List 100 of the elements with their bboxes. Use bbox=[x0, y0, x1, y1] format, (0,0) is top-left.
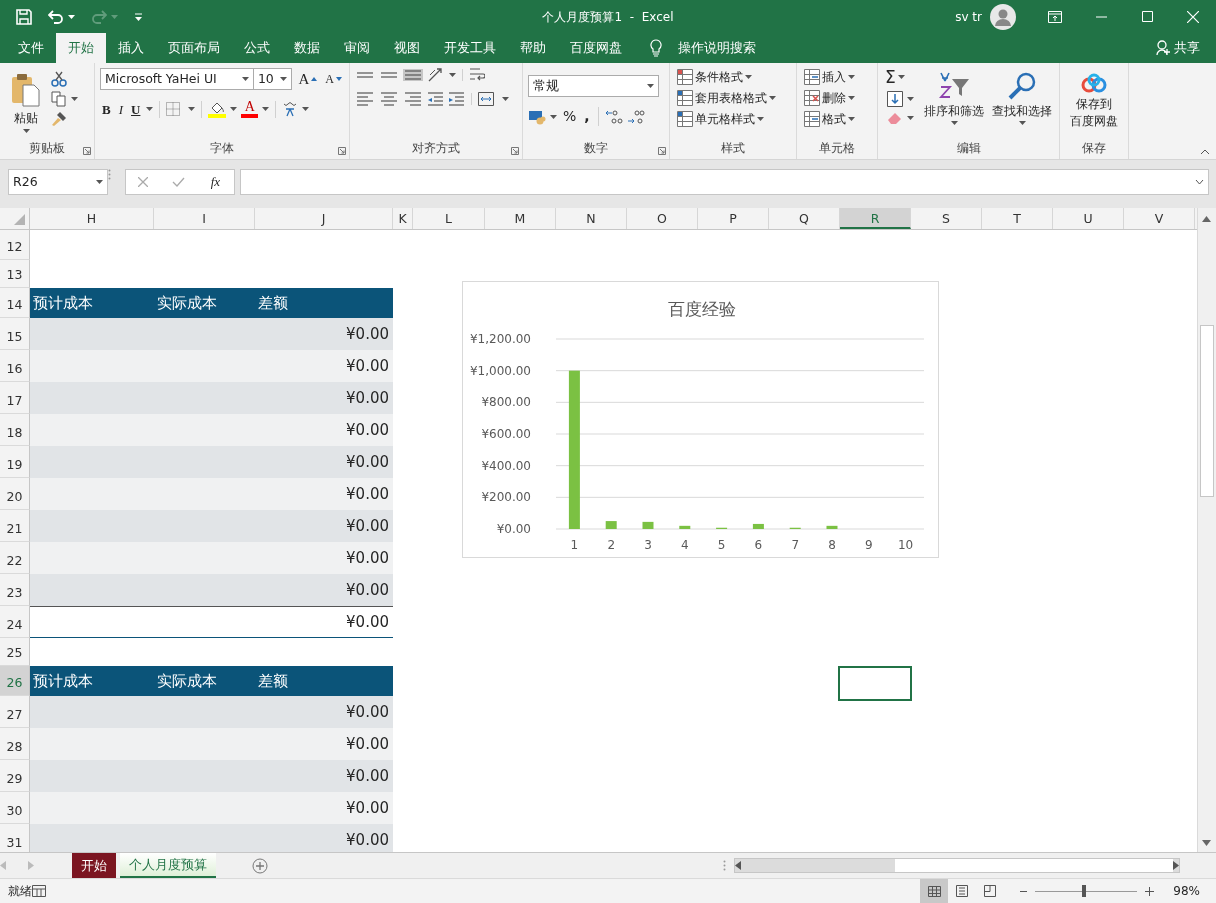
font-name-field[interactable]: Microsoft YaHei UI bbox=[100, 68, 254, 91]
macro-record-icon[interactable] bbox=[32, 885, 46, 897]
check-icon[interactable] bbox=[171, 177, 185, 187]
column-header[interactable]: L bbox=[413, 208, 485, 229]
insert-function-button[interactable]: fx bbox=[208, 171, 223, 193]
row-header[interactable]: 28 bbox=[0, 728, 30, 760]
column-header[interactable]: H bbox=[30, 208, 154, 229]
save-icon[interactable] bbox=[16, 8, 32, 25]
scroll-left-icon[interactable] bbox=[735, 861, 741, 870]
decrease-font-button[interactable]: A bbox=[323, 69, 344, 90]
comma-button[interactable]: , bbox=[582, 105, 592, 128]
tell-me-search[interactable]: 操作说明搜索 bbox=[678, 38, 756, 58]
row-header[interactable]: 17 bbox=[0, 382, 30, 414]
normal-view-button[interactable] bbox=[920, 879, 948, 903]
center-align-button[interactable] bbox=[379, 91, 399, 107]
share-button[interactable]: 共享 bbox=[1156, 33, 1200, 63]
collapse-ribbon-icon[interactable] bbox=[1200, 149, 1210, 155]
delete-button[interactable]: 删除 bbox=[802, 88, 872, 108]
maximize-icon[interactable] bbox=[1141, 11, 1153, 22]
top-align-button[interactable] bbox=[355, 71, 375, 79]
ribbon-tab[interactable]: 开发工具 bbox=[432, 33, 508, 63]
ribbon-tab[interactable]: 开始 bbox=[56, 33, 106, 63]
ribbon-tab[interactable]: 插入 bbox=[106, 33, 156, 63]
selected-cell[interactable] bbox=[838, 666, 912, 701]
conditional-format-button[interactable]: 条件格式 bbox=[675, 67, 791, 87]
find-select-button[interactable]: 查找和选择 bbox=[990, 67, 1054, 139]
row-header[interactable]: 31 bbox=[0, 824, 30, 852]
decrease-indent-icon[interactable] bbox=[427, 92, 444, 106]
ribbon-display-icon[interactable] bbox=[1048, 10, 1062, 23]
row-header[interactable]: 14 bbox=[0, 288, 30, 318]
sheet-tab[interactable]: 个人月度预算 bbox=[120, 853, 216, 878]
row-header[interactable]: 29 bbox=[0, 760, 30, 792]
row-header[interactable]: 25 bbox=[0, 638, 30, 666]
row-header[interactable]: 16 bbox=[0, 350, 30, 382]
minimize-icon[interactable] bbox=[1095, 15, 1107, 18]
column-header[interactable]: S bbox=[911, 208, 982, 229]
sheet-tab[interactable]: 开始 bbox=[72, 853, 116, 878]
row-header[interactable]: 20 bbox=[0, 478, 30, 510]
paste-button[interactable]: 粘贴 bbox=[5, 67, 47, 139]
row-header[interactable]: 21 bbox=[0, 510, 30, 542]
row-header[interactable]: 15 bbox=[0, 318, 30, 350]
row-header[interactable]: 30 bbox=[0, 792, 30, 824]
italic-button[interactable]: I bbox=[116, 98, 125, 120]
bold-button[interactable]: B bbox=[100, 98, 113, 120]
close-icon[interactable] bbox=[1187, 10, 1199, 23]
save-to-cloud-button[interactable]: 保存到 百度网盘 bbox=[1068, 67, 1120, 130]
undo-button[interactable] bbox=[48, 9, 75, 24]
borders-button[interactable] bbox=[166, 102, 196, 117]
column-header[interactable]: V bbox=[1124, 208, 1195, 229]
column-header[interactable]: R bbox=[840, 208, 911, 229]
format-button[interactable]: 格式 bbox=[802, 109, 872, 129]
insert-button[interactable]: 插入 bbox=[802, 67, 872, 87]
ribbon-tab[interactable]: 文件 bbox=[6, 33, 56, 63]
name-box[interactable]: R26 bbox=[8, 169, 108, 195]
avatar[interactable] bbox=[990, 3, 1016, 30]
chart-area[interactable]: 百度经验 ¥0.00 ¥200.00 ¥400.00 ¥600.00 ¥800.00 ¥1,000.00 ¥1,200.00 1 2 3 4 5 6 7 8 9 10 bbox=[462, 281, 939, 558]
format-painter-icon[interactable] bbox=[51, 111, 67, 127]
underline-button[interactable]: U bbox=[129, 98, 143, 120]
scroll-down-icon[interactable] bbox=[1202, 840, 1211, 846]
customize-icon[interactable] bbox=[134, 12, 143, 21]
column-header[interactable]: O bbox=[627, 208, 698, 229]
row-header[interactable]: 18 bbox=[0, 414, 30, 446]
ribbon-tab[interactable]: 百度网盘 bbox=[558, 33, 634, 63]
row-header[interactable]: 26 bbox=[0, 666, 30, 696]
phonetic-button[interactable] bbox=[282, 101, 310, 118]
zoom-slider[interactable] bbox=[1035, 885, 1137, 897]
increase-decimal-icon[interactable] bbox=[604, 108, 623, 125]
ribbon-tab[interactable]: 数据 bbox=[282, 33, 332, 63]
orientation-button[interactable] bbox=[427, 67, 456, 83]
autosum-button[interactable]: Σ bbox=[883, 67, 918, 87]
column-header[interactable]: N bbox=[556, 208, 627, 229]
number-format-field[interactable]: 常规 bbox=[528, 75, 659, 97]
row-header[interactable]: 19 bbox=[0, 446, 30, 478]
increase-font-button[interactable]: A bbox=[296, 67, 320, 92]
font-color-button[interactable]: A bbox=[241, 100, 270, 119]
row-header[interactable]: 13 bbox=[0, 260, 30, 288]
format-table-button[interactable]: 套用表格格式 bbox=[675, 88, 791, 108]
right-align-button[interactable] bbox=[403, 91, 423, 107]
sort-filter-button[interactable]: 排序和筛选 bbox=[922, 67, 986, 139]
column-header[interactable]: I bbox=[154, 208, 255, 229]
dialog-launcher-icon[interactable] bbox=[658, 147, 666, 155]
merge-button[interactable] bbox=[478, 92, 509, 106]
left-align-button[interactable] bbox=[355, 91, 375, 107]
wrap-text-icon[interactable] bbox=[469, 67, 485, 83]
zoom-level[interactable]: 98% bbox=[1170, 882, 1200, 900]
row-header[interactable]: 24 bbox=[0, 606, 30, 638]
increase-indent-icon[interactable] bbox=[448, 92, 465, 106]
cell-styles-button[interactable]: 单元格样式 bbox=[675, 109, 791, 129]
font-size-field[interactable]: 10 bbox=[252, 68, 293, 91]
row-header[interactable]: 22 bbox=[0, 542, 30, 574]
column-header[interactable]: M bbox=[485, 208, 556, 229]
row-header[interactable]: 12 bbox=[0, 230, 30, 260]
ribbon-tab[interactable]: 页面布局 bbox=[156, 33, 232, 63]
row-header[interactable]: 27 bbox=[0, 696, 30, 728]
formula-input[interactable] bbox=[240, 169, 1209, 195]
ribbon-tab[interactable]: 公式 bbox=[232, 33, 282, 63]
scroll-up-icon[interactable] bbox=[1202, 216, 1211, 222]
dialog-launcher-icon[interactable] bbox=[338, 147, 346, 155]
dialog-launcher-icon[interactable] bbox=[83, 147, 91, 155]
dialog-launcher-icon[interactable] bbox=[511, 147, 519, 155]
